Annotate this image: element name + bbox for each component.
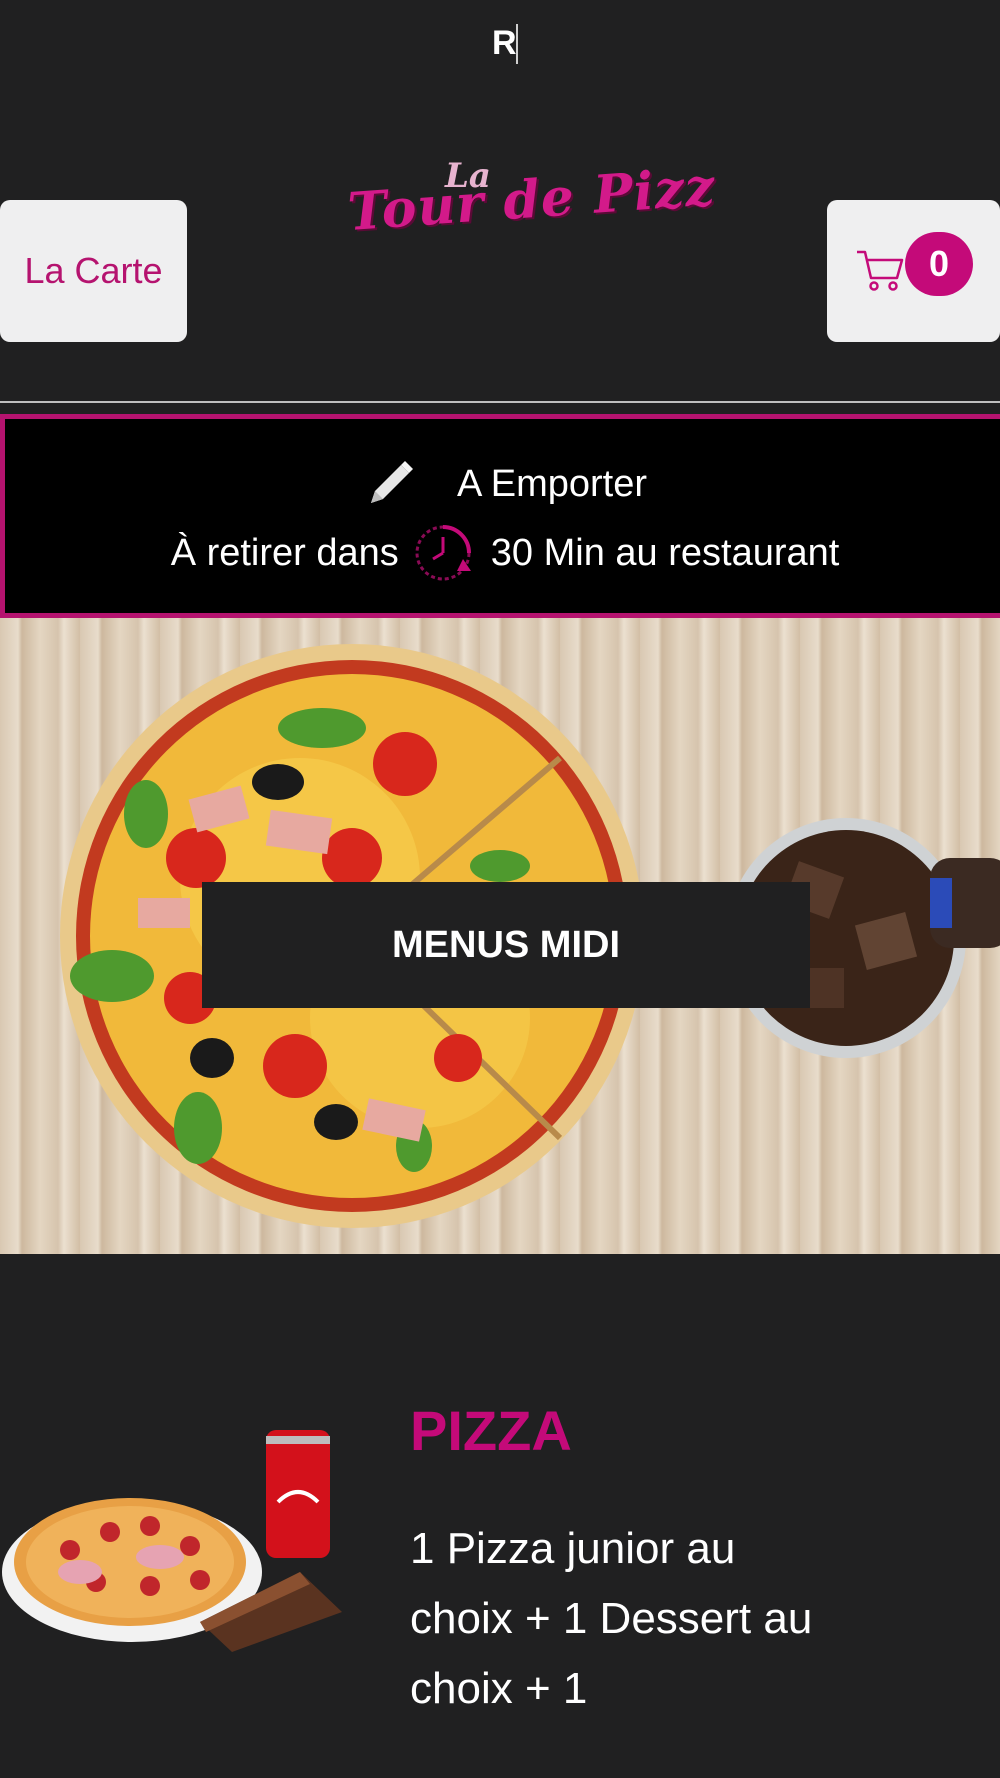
order-mode-row: A Emporter	[5, 457, 1000, 511]
product-card-pizza[interactable]: PIZZA 1 Pizza junior au choix + 1 Desser…	[0, 1380, 1000, 1778]
pickup-time-row: À retirer dans 30 Min au restaurant	[5, 519, 1000, 587]
pizza-menu-image	[2, 1430, 342, 1652]
cart-count-badge: 0	[905, 232, 973, 296]
text-caret	[516, 24, 518, 64]
hero-banner: MENUS MIDI	[0, 618, 1000, 1254]
pickup-prefix-text: À retirer dans	[170, 531, 399, 574]
cart-icon	[857, 250, 904, 291]
top-bar: R	[0, 0, 1000, 90]
product-title: PIZZA	[410, 1399, 572, 1462]
order-mode-banner[interactable]: A Emporter À retirer dans 30 Min au rest…	[0, 414, 1000, 618]
order-mode-text: A Emporter	[456, 462, 648, 505]
header-divider	[0, 401, 1000, 403]
logo[interactable]: La Tour de Pizz	[346, 156, 718, 256]
cart-button[interactable]: 0	[827, 200, 1000, 342]
header: La Carte La Tour de Pizz 0	[0, 150, 1000, 360]
clock-icon	[415, 525, 471, 581]
menus-midi-button[interactable]: MENUS MIDI	[202, 882, 810, 1008]
product-description: 1 Pizza junior au choix + 1 Dessert au c…	[410, 1524, 813, 1713]
logo-main-text: Tour de Pizz	[345, 156, 718, 243]
top-letter: R	[492, 24, 517, 62]
la-carte-button[interactable]: La Carte	[0, 200, 187, 342]
pickup-suffix-text: 30 Min au restaurant	[490, 531, 840, 574]
pencil-icon[interactable]	[363, 457, 417, 511]
